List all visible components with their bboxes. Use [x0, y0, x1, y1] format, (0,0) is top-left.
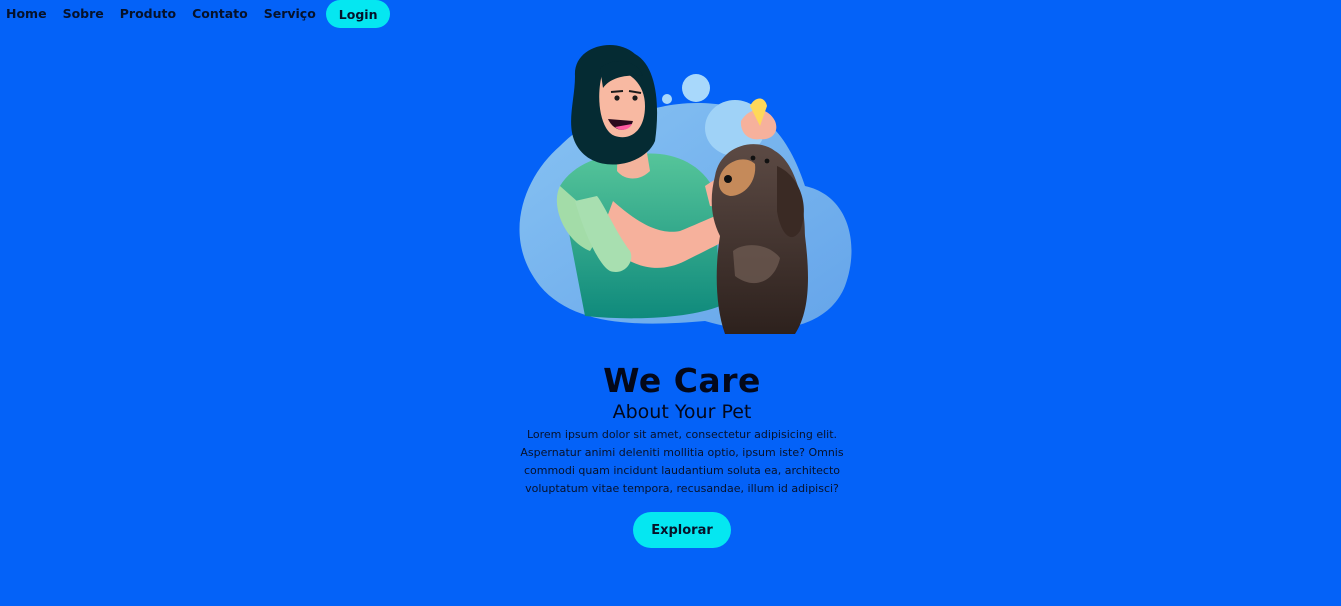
hero-title: We Care [603, 361, 761, 400]
nav-contato[interactable]: Contato [192, 0, 248, 28]
nav-servico[interactable]: Serviço [264, 0, 316, 28]
top-nav: Home Sobre Produto Contato Serviço Login [0, 0, 391, 28]
explore-button[interactable]: Explorar [633, 512, 731, 548]
nav-produto[interactable]: Produto [120, 0, 176, 28]
hero-text: Lorem ipsum dolor sit amet, consectetur … [520, 428, 844, 495]
nav-sobre[interactable]: Sobre [63, 0, 104, 28]
nav-home[interactable]: Home [6, 0, 47, 28]
login-button[interactable]: Login [325, 0, 391, 28]
hero-subtitle: About Your Pet [612, 401, 752, 423]
hero-section: We Care About Your Pet Lorem ipsum dolor… [470, 362, 894, 548]
woman-petting-dog-illustration [505, 36, 855, 341]
